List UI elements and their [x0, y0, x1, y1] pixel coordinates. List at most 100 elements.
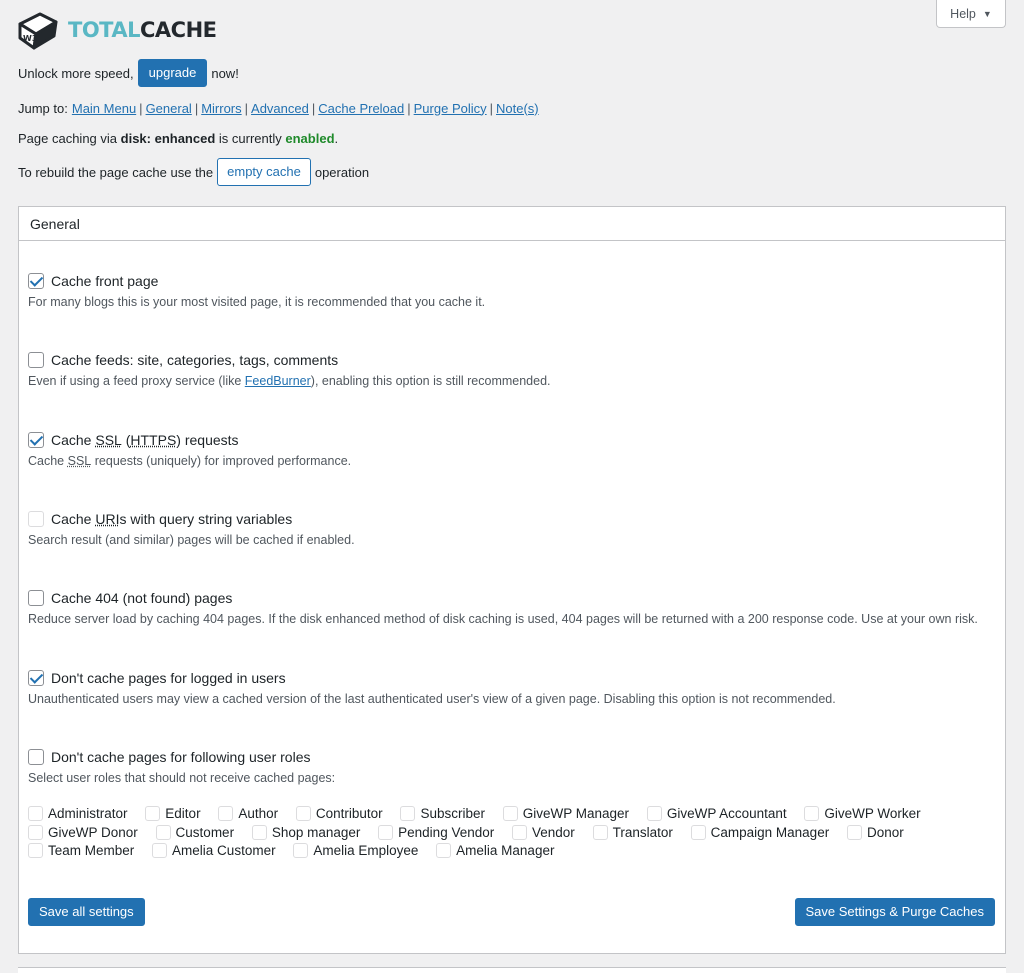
option-logged-in-users: Don't cache pages for logged in users Un…	[28, 668, 836, 706]
role-checkbox[interactable]	[646, 806, 662, 821]
rebuild-text-after: operation	[314, 164, 370, 180]
user-roles-desc: Select user roles that should not receiv…	[28, 771, 336, 785]
cache-ssl-checkbox[interactable]	[28, 432, 44, 448]
upgrade-button[interactable]: upgrade	[137, 59, 208, 87]
role-checkbox[interactable]	[152, 843, 168, 858]
role-checkbox[interactable]	[293, 843, 309, 858]
rebuild-text-before: To rebuild the page cache use the	[18, 164, 214, 180]
cache-404-desc: Reduce server load by caching 404 pages.…	[28, 612, 978, 626]
jump-link-main-menu[interactable]: Main Menu	[72, 101, 136, 116]
w3-cube-icon: W3	[18, 12, 58, 50]
feeds-desc-before: Even if using a feed proxy service (like	[28, 374, 242, 388]
role-label: Campaign Manager	[710, 824, 830, 840]
option-cache-front-page: Cache front page For many blogs this is …	[28, 271, 485, 309]
role-checkbox[interactable]	[28, 806, 43, 821]
logged-in-users-desc: Unauthenticated users may view a cached …	[28, 692, 836, 706]
cache-front-page-label: Cache front page	[51, 273, 159, 289]
role-checkbox[interactable]	[28, 843, 43, 858]
role-checkbox[interactable]	[28, 824, 43, 840]
role-checkbox[interactable]	[846, 824, 862, 840]
status-enabled: enabled	[285, 130, 335, 146]
role-label: Donor	[866, 824, 904, 840]
role-label: Team Member	[48, 843, 135, 858]
role-checkbox[interactable]	[690, 824, 706, 840]
role-option: Editor	[145, 806, 201, 821]
role-option: Shop manager	[251, 824, 360, 840]
role-option: GiveWP Worker	[804, 806, 921, 821]
user-roles-checkbox[interactable]	[28, 749, 44, 765]
role-label: Contributor	[315, 806, 383, 821]
option-cache-feeds: Cache feeds: site, categories, tags, com…	[28, 350, 551, 388]
user-roles-list: Administrator Editor Author Contributor …	[28, 805, 988, 861]
next-panel-edge	[18, 967, 1006, 973]
role-checkbox[interactable]	[295, 806, 311, 821]
role-label: Pending Vendor	[398, 824, 495, 840]
jump-link-purge-policy[interactable]: Purge Policy	[414, 101, 487, 116]
role-option: Customer	[155, 824, 235, 840]
jump-link-mirrors[interactable]: Mirrors	[201, 101, 241, 116]
cache-feeds-checkbox[interactable]	[28, 352, 44, 368]
role-option: Amelia Manager	[436, 843, 554, 858]
jump-label: Jump to:	[18, 100, 68, 116]
role-label: GiveWP Worker	[824, 806, 921, 821]
logged-in-users-checkbox[interactable]	[28, 670, 44, 686]
cache-ssl-desc: Cache SSL requests (uniquely) for improv…	[28, 454, 352, 468]
role-option: Contributor	[295, 806, 383, 821]
role-option: GiveWP Manager	[502, 806, 630, 821]
role-label: GiveWP Manager	[522, 806, 630, 821]
save-all-settings-button[interactable]: Save all settings	[28, 898, 145, 926]
role-checkbox[interactable]	[804, 806, 820, 821]
role-checkbox[interactable]	[400, 806, 416, 821]
role-option: Amelia Customer	[152, 843, 276, 858]
role-label: Translator	[612, 824, 673, 840]
promo-text-after: now!	[211, 65, 239, 81]
role-option: Administrator	[28, 806, 128, 821]
status-middle: is currently	[218, 130, 282, 146]
cache-front-page-desc: For many blogs this is your most visited…	[28, 295, 486, 309]
role-label: Customer	[175, 824, 235, 840]
cache-uris-desc: Search result (and similar) pages will b…	[28, 533, 355, 547]
role-option: Amelia Employee	[293, 843, 418, 858]
role-checkbox[interactable]	[378, 824, 394, 840]
role-label: Vendor	[532, 824, 575, 840]
role-option: Donor	[846, 824, 904, 840]
role-checkbox[interactable]	[592, 824, 608, 840]
cache-404-checkbox[interactable]	[28, 590, 44, 606]
user-roles-label: Don't cache pages for following user rol…	[51, 749, 311, 765]
role-option: Pending Vendor	[378, 824, 495, 840]
empty-cache-button[interactable]: empty cache	[217, 158, 311, 186]
help-button[interactable]: Help ▼	[936, 0, 1006, 28]
role-checkbox[interactable]	[251, 824, 267, 840]
upgrade-promo: Unlock more speed, upgrade now!	[18, 59, 239, 87]
jump-link-cache-preload[interactable]: Cache Preload	[318, 101, 404, 116]
status-method: disk: enhanced	[120, 130, 216, 146]
rebuild-cache-row: To rebuild the page cache use the empty …	[18, 158, 369, 186]
feedburner-link[interactable]: FeedBurner	[245, 374, 311, 388]
role-checkbox[interactable]	[436, 843, 452, 858]
option-user-roles: Don't cache pages for following user rol…	[28, 747, 335, 785]
cache-front-page-checkbox[interactable]	[28, 273, 44, 289]
jump-link-notes[interactable]: Note(s)	[496, 101, 539, 116]
role-label: Subscriber	[420, 806, 485, 821]
svg-text:W3: W3	[23, 34, 37, 43]
general-panel: General Cache front page For many blogs …	[18, 206, 1006, 954]
role-label: Author	[238, 806, 279, 821]
role-checkbox[interactable]	[502, 806, 518, 821]
logged-in-users-label: Don't cache pages for logged in users	[51, 670, 286, 686]
jump-link-general[interactable]: General	[146, 101, 192, 116]
save-purge-caches-button[interactable]: Save Settings & Purge Caches	[794, 898, 995, 926]
help-label: Help	[950, 6, 976, 21]
logo-total: TOTAL	[68, 18, 141, 42]
w3-total-cache-logo: W3 TOTALCACHE	[16, 8, 217, 52]
role-checkbox[interactable]	[155, 824, 171, 840]
jump-link-advanced[interactable]: Advanced	[251, 101, 309, 116]
role-checkbox[interactable]	[145, 806, 161, 821]
role-option: Translator	[592, 824, 673, 840]
role-label: GiveWP Accountant	[666, 806, 787, 821]
role-option: Team Member	[28, 843, 134, 858]
role-label: Editor	[165, 806, 201, 821]
option-cache-404: Cache 404 (not found) pages Reduce serve…	[28, 588, 978, 626]
role-checkbox[interactable]	[218, 806, 234, 821]
cache-uris-checkbox[interactable]	[28, 511, 44, 527]
role-checkbox[interactable]	[512, 824, 528, 840]
